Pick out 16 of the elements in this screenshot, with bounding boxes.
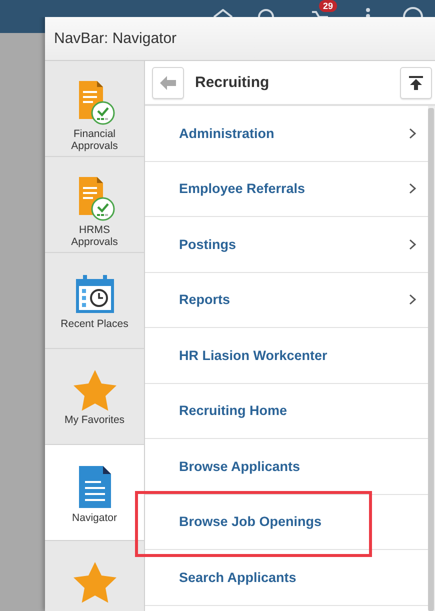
document-icon	[78, 465, 112, 509]
sidebar-item[interactable]: Navigator	[45, 445, 144, 541]
dialog-title: NavBar: Navigator	[54, 30, 177, 47]
back-arrow-icon	[160, 76, 176, 90]
scrollbar-thumb[interactable]	[428, 108, 434, 611]
star-icon	[72, 369, 116, 411]
folder-title: Recruiting	[195, 74, 270, 91]
star-icon	[72, 561, 116, 603]
calendar-clock-icon	[74, 273, 116, 315]
top-button[interactable]	[400, 66, 432, 98]
more-icon[interactable]	[366, 7, 370, 17]
home-icon[interactable]	[213, 9, 233, 17]
cart-icon[interactable]	[312, 11, 328, 17]
arrow-to-top-icon	[409, 76, 423, 90]
search-icon[interactable]	[258, 9, 274, 17]
notification-badge: 29	[319, 0, 338, 12]
